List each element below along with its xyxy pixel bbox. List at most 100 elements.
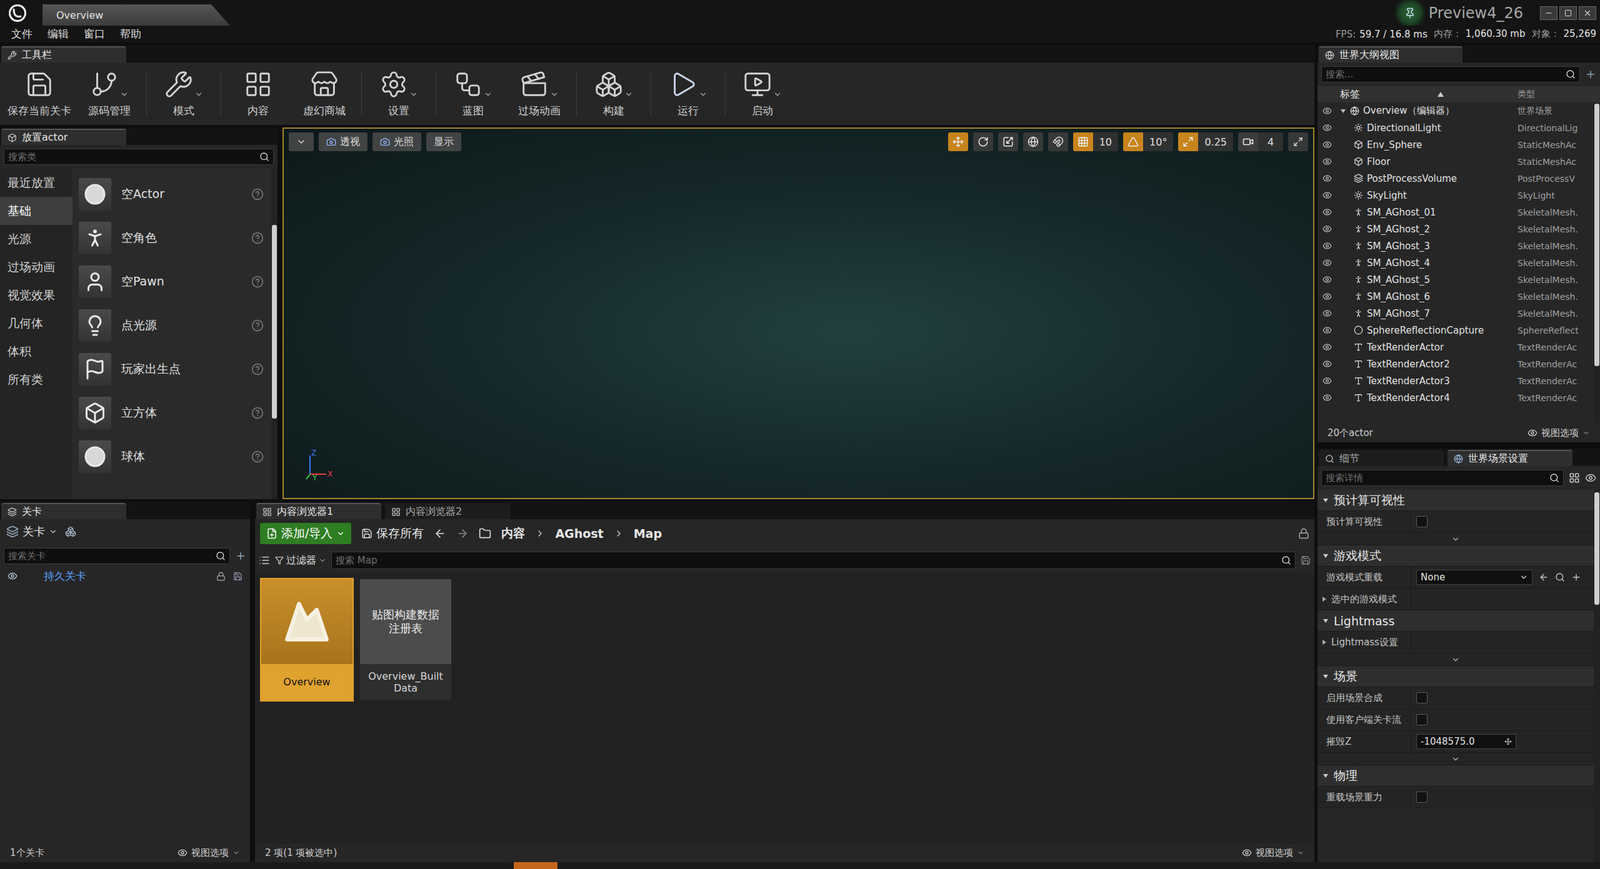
eye-icon[interactable] bbox=[1322, 156, 1332, 167]
category-item[interactable]: 所有类 bbox=[0, 365, 73, 394]
view-options[interactable]: 视图选项 bbox=[1527, 427, 1590, 440]
section-header[interactable]: 场景 bbox=[1317, 666, 1594, 688]
view-mode-button[interactable]: 透视 bbox=[318, 132, 368, 152]
levels-menu[interactable]: 关卡 bbox=[6, 524, 58, 540]
asset-tile[interactable]: Overview bbox=[260, 578, 354, 702]
level-row[interactable]: 持久关卡 bbox=[0, 568, 250, 585]
checkbox[interactable] bbox=[1416, 714, 1428, 726]
breadcrumb[interactable]: 内容 bbox=[501, 525, 525, 542]
save-all-button[interactable]: 保存所有 bbox=[361, 525, 424, 542]
panel-tab[interactable]: 细节 bbox=[1318, 450, 1444, 467]
outliner-row[interactable]: SM_AGhost_7SkeletalMesh. bbox=[1317, 305, 1594, 322]
actor-item[interactable]: 空Pawn bbox=[72, 260, 272, 304]
actor-item[interactable]: 空角色 bbox=[72, 216, 272, 260]
expand-icon[interactable] bbox=[1340, 108, 1347, 115]
scrollbar[interactable] bbox=[271, 168, 278, 500]
snap-control[interactable]: 10° bbox=[1123, 132, 1174, 152]
eye-icon[interactable] bbox=[1322, 207, 1332, 217]
eye-icon[interactable] bbox=[1322, 106, 1332, 116]
eye-icon[interactable] bbox=[1322, 376, 1332, 386]
maximize-viewport-button[interactable] bbox=[1288, 132, 1309, 152]
expand-icon[interactable] bbox=[1322, 553, 1329, 560]
asset-tile[interactable]: 贴图构建数据注册表Overview_Built Data bbox=[358, 578, 453, 702]
toolbar-button[interactable]: 内容 bbox=[225, 62, 292, 125]
panel-tab[interactable]: 世界大纲视图 bbox=[1318, 46, 1463, 63]
lock-icon[interactable] bbox=[1298, 528, 1310, 540]
category-item[interactable]: 光源 bbox=[0, 225, 73, 254]
outliner-row[interactable]: SphereReflectionCaptureSphereReflect bbox=[1317, 321, 1594, 339]
snap-control[interactable]: 10 bbox=[1073, 132, 1119, 152]
toolbar-button[interactable]: 模式 bbox=[150, 62, 217, 125]
eye-icon[interactable] bbox=[1322, 190, 1332, 200]
panel-tab[interactable]: 放置actor bbox=[1, 128, 127, 145]
expand-icon[interactable] bbox=[1321, 596, 1328, 603]
actor-item[interactable]: 点光源 bbox=[72, 303, 272, 348]
toolbar-button[interactable]: 过场动画 bbox=[506, 62, 573, 125]
eye-icon[interactable] bbox=[1322, 291, 1332, 302]
search-field[interactable]: 搜索... bbox=[1321, 66, 1580, 83]
actor-item[interactable]: 立方体 bbox=[72, 391, 272, 435]
help-icon[interactable] bbox=[251, 363, 264, 376]
snap-control[interactable]: 4 bbox=[1238, 132, 1284, 152]
actor-item[interactable]: 球体 bbox=[72, 435, 272, 479]
category-item[interactable]: 过场动画 bbox=[0, 253, 73, 282]
outliner-row[interactable]: SM_AGhost_2SkeletalMesh. bbox=[1317, 220, 1594, 238]
search-field[interactable]: 搜索关卡 bbox=[3, 548, 230, 565]
back-icon[interactable] bbox=[433, 527, 447, 540]
expand-icon[interactable] bbox=[1322, 497, 1329, 504]
outliner-row[interactable]: TextRenderActor4TextRenderAc bbox=[1317, 389, 1594, 407]
eye-icon[interactable] bbox=[1322, 258, 1332, 268]
menu-item[interactable]: 文件 bbox=[3, 26, 40, 42]
section-header[interactable]: 游戏模式 bbox=[1317, 545, 1594, 567]
column-label[interactable]: 标签 bbox=[1336, 88, 1518, 102]
browse-icon[interactable] bbox=[1555, 572, 1565, 583]
filter-button[interactable]: 过滤器 bbox=[275, 554, 327, 568]
viewport[interactable]: 透视光照显示1010°0.254ZYX bbox=[282, 127, 1315, 500]
category-item[interactable]: 最近放置 bbox=[0, 168, 73, 197]
minimize-button[interactable] bbox=[1540, 6, 1558, 20]
close-button[interactable] bbox=[1578, 6, 1597, 20]
advanced-toggle[interactable] bbox=[1317, 533, 1594, 546]
eye-icon[interactable] bbox=[1322, 393, 1332, 403]
breadcrumb[interactable]: Map bbox=[633, 526, 662, 541]
search-field[interactable]: 搜索类 bbox=[3, 148, 274, 165]
view-mode-button[interactable]: 显示 bbox=[426, 132, 462, 152]
expand-icon[interactable] bbox=[1321, 639, 1328, 646]
help-icon[interactable] bbox=[251, 450, 264, 464]
help-icon[interactable] bbox=[251, 188, 264, 201]
actor-item[interactable]: 玩家出生点 bbox=[72, 347, 272, 392]
surface-snap-button[interactable] bbox=[1048, 132, 1069, 152]
eye-icon[interactable] bbox=[1322, 140, 1332, 150]
search-field[interactable]: 搜索详情 bbox=[1321, 470, 1564, 487]
save-icon[interactable] bbox=[233, 571, 243, 582]
transform-tool[interactable] bbox=[948, 132, 969, 152]
breadcrumb[interactable]: AGhost bbox=[555, 526, 604, 541]
menu-item[interactable]: 窗口 bbox=[76, 26, 113, 42]
menu-item[interactable]: 帮助 bbox=[112, 26, 149, 42]
help-icon[interactable] bbox=[251, 406, 264, 420]
toolbar-button[interactable]: 保存当前关卡 bbox=[2, 62, 77, 125]
search-field[interactable]: 搜索 Map bbox=[331, 551, 1296, 570]
help-icon[interactable] bbox=[251, 319, 264, 332]
add-icon[interactable] bbox=[1571, 572, 1582, 583]
category-item[interactable]: 几何体 bbox=[0, 309, 73, 338]
sources-icon[interactable] bbox=[258, 555, 270, 567]
outliner-row[interactable]: TextRenderActor3TextRenderAc bbox=[1317, 372, 1594, 390]
transform-tool[interactable] bbox=[973, 132, 994, 152]
toolbar-button[interactable]: 虚幻商城 bbox=[291, 62, 358, 125]
lock-icon[interactable] bbox=[216, 571, 226, 582]
toolbar-button[interactable]: 构建 bbox=[580, 62, 647, 125]
panel-tab[interactable]: 关卡 bbox=[1, 503, 127, 520]
outliner-row[interactable]: TextRenderActorTextRenderAc bbox=[1317, 338, 1594, 356]
toolbar-button[interactable]: 运行 bbox=[655, 62, 722, 125]
expand-icon[interactable] bbox=[1322, 673, 1329, 680]
toolbar-button[interactable]: 源码管理 bbox=[76, 62, 143, 125]
outliner-row[interactable]: FloorStaticMeshAc bbox=[1317, 153, 1594, 170]
use-selected-icon[interactable] bbox=[1538, 572, 1549, 583]
eye-icon[interactable] bbox=[1322, 359, 1332, 369]
outliner-row[interactable]: SkyLightSkyLight bbox=[1317, 186, 1594, 204]
panel-tab[interactable]: 世界场景设置 bbox=[1447, 450, 1573, 467]
section-header[interactable]: 物理 bbox=[1317, 765, 1594, 787]
eye-icon[interactable] bbox=[1322, 275, 1332, 285]
view-options[interactable]: 视图选项 bbox=[1241, 847, 1305, 860]
